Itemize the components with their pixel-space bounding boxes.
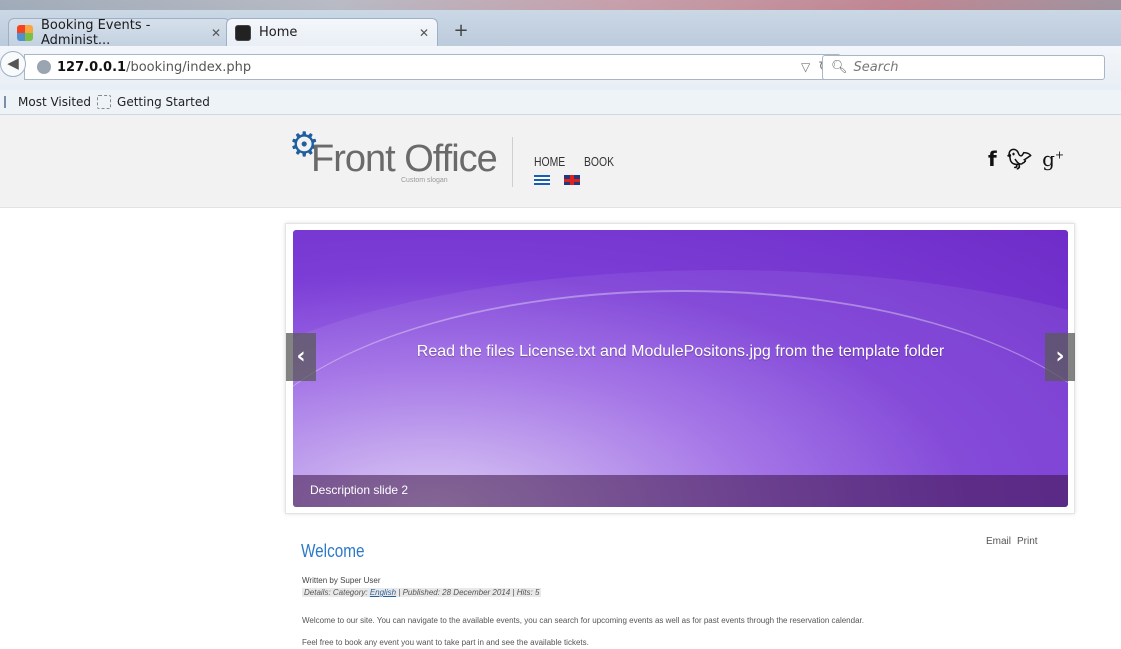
article-paragraph: Welcome to our site. You can navigate to… (302, 616, 864, 625)
slide-description: Description slide 2 (310, 483, 409, 497)
chevron-left-icon: ‹ (296, 344, 306, 369)
article-title[interactable]: Welcome (301, 541, 364, 562)
tab-title: Booking Events - Administ... (41, 17, 151, 48)
search-icon: 🔍︎ (831, 60, 848, 75)
tab-home[interactable]: Home ✕ (226, 18, 438, 46)
social-links: f 🐦︎ g+ (988, 147, 1064, 171)
search-input[interactable]: 🔍︎ Search (822, 55, 1105, 80)
url-path: /booking/index.php (126, 59, 252, 75)
article-paragraph: Feel free to book any event you want to … (302, 638, 589, 647)
article-actions: Email Print (986, 536, 1038, 547)
joomla-icon (17, 24, 33, 41)
bookmark-label: Getting Started (117, 95, 210, 109)
category-link[interactable]: English (370, 588, 396, 597)
window-titlebar (0, 0, 1121, 10)
page-icon (97, 95, 112, 109)
slider-next-button[interactable]: › (1045, 333, 1075, 381)
bookmark-label: Most Visited (18, 95, 92, 109)
bookmark-dropdown-icon[interactable]: ▽ (801, 60, 810, 74)
nav-book[interactable]: BOOK (584, 154, 614, 169)
slide-image (293, 230, 1068, 507)
slide-description-bar (293, 475, 1068, 507)
slide-caption: Read the files License.txt and ModulePos… (416, 343, 945, 360)
bookmark-most-visited[interactable]: Most Visited (4, 95, 91, 109)
logo-text: Front Office (311, 138, 498, 180)
google-plus-icon[interactable]: g+ (1042, 147, 1064, 171)
url-host: 127.0.0.1 (57, 59, 127, 75)
url-bar[interactable]: 127.0.0.1/booking/index.php ▽ ↻ (24, 54, 841, 80)
folder-icon (4, 96, 14, 108)
greek-flag-icon[interactable] (534, 175, 550, 185)
site-logo[interactable]: ⚙ Front Office Custom slogan (289, 122, 509, 192)
chevron-right-icon: › (1055, 344, 1065, 369)
language-switcher (534, 175, 580, 185)
close-icon[interactable]: ✕ (419, 26, 429, 40)
facebook-icon[interactable]: f (988, 147, 997, 171)
twitter-icon[interactable]: 🐦︎ (1007, 147, 1032, 171)
article-byline: Written by Super User (302, 576, 381, 585)
bookmarks-toolbar: Most Visited Getting Started (0, 90, 1121, 115)
email-link[interactable]: Email (986, 536, 1011, 547)
uk-flag-icon[interactable] (564, 175, 580, 185)
joomla-icon (235, 24, 251, 41)
logo-slogan: Custom slogan (401, 177, 448, 184)
slider-prev-button[interactable]: ‹ (286, 333, 316, 381)
back-button[interactable]: ◀ (0, 51, 26, 77)
tab-booking-events[interactable]: Booking Events - Administ... ✕ (8, 17, 230, 48)
header-divider (512, 137, 513, 187)
main-nav: HOME BOOK (534, 154, 622, 169)
search-placeholder: Search (853, 60, 899, 75)
new-tab-button[interactable]: + (448, 20, 474, 42)
bookmark-getting-started[interactable]: Getting Started (97, 95, 210, 109)
close-icon[interactable]: ✕ (211, 26, 221, 40)
article-details: Details: Category: English | Published: … (302, 588, 542, 597)
back-arrow-icon: ◀ (7, 54, 19, 72)
tab-title: Home (259, 25, 298, 40)
print-link[interactable]: Print (1017, 536, 1038, 547)
globe-icon (37, 60, 51, 74)
nav-home[interactable]: HOME (534, 154, 565, 169)
